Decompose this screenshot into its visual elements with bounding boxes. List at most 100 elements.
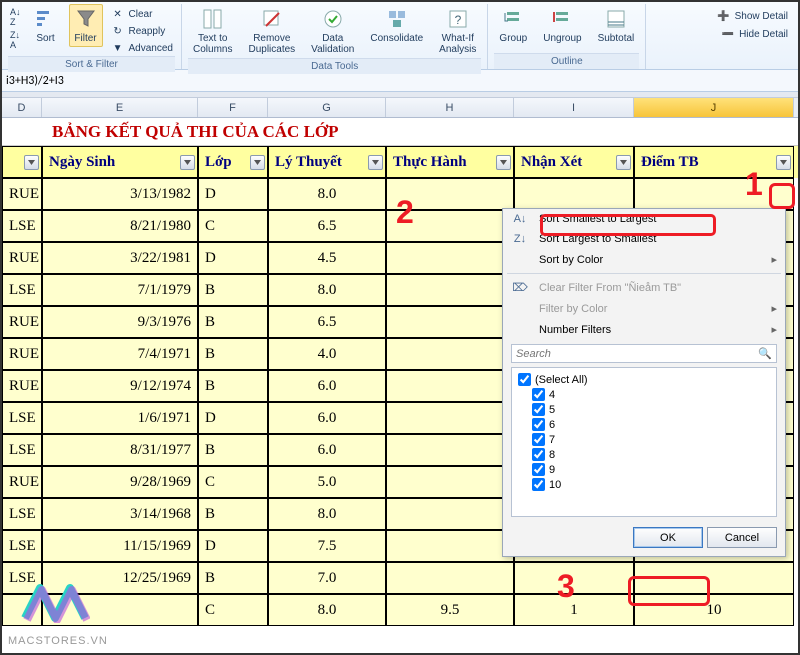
cell-ngaysinh[interactable]: 8/31/1977	[42, 434, 198, 466]
filter-arrow-d[interactable]	[24, 155, 39, 170]
menu-sort-color[interactable]: Sort by Color▸	[503, 249, 785, 270]
clear-button[interactable]: ✕Clear	[109, 6, 175, 22]
cell-thuchanh[interactable]	[386, 402, 514, 434]
cell-thuchanh[interactable]	[386, 274, 514, 306]
cell-lythuyet[interactable]: 6.5	[268, 210, 386, 242]
group-button[interactable]: Group	[494, 4, 532, 47]
col-j[interactable]: J	[634, 98, 794, 117]
checklist-item[interactable]: 7	[516, 432, 772, 447]
cell-lop[interactable]: C	[198, 210, 268, 242]
filter-arrow-diemtb[interactable]	[776, 155, 791, 170]
cell-lop[interactable]: B	[198, 370, 268, 402]
cell-lop[interactable]: C	[198, 466, 268, 498]
whatif-button[interactable]: ?What-If Analysis	[434, 4, 481, 58]
checkbox[interactable]	[532, 388, 545, 401]
cell-ngaysinh[interactable]: 9/12/1974	[42, 370, 198, 402]
cell-ngaysinh[interactable]: 7/1/1979	[42, 274, 198, 306]
ungroup-button[interactable]: Ungroup	[538, 4, 586, 47]
cell-lop[interactable]: D	[198, 530, 268, 562]
filter-arrow-thuchanh[interactable]	[496, 155, 511, 170]
cell-d[interactable]: LSE	[2, 274, 42, 306]
checklist-item[interactable]: 6	[516, 417, 772, 432]
ok-button[interactable]: OK	[633, 527, 703, 548]
cell-ngaysinh[interactable]: 1/6/1971	[42, 402, 198, 434]
sort-button[interactable]: Sort	[29, 4, 63, 47]
checklist-item[interactable]: 4	[516, 387, 772, 402]
cell-ngaysinh[interactable]: 7/4/1971	[42, 338, 198, 370]
cell-ngaysinh[interactable]: 9/3/1976	[42, 306, 198, 338]
cell-ngaysinh[interactable]: 3/13/1982	[42, 178, 198, 210]
cell-lythuyet[interactable]: 4.5	[268, 242, 386, 274]
checkbox[interactable]	[532, 433, 545, 446]
menu-sort-desc[interactable]: Z↓Sort Largest to Smallest	[503, 229, 785, 249]
cell-d[interactable]: LSE	[2, 402, 42, 434]
cell-ngaysinh[interactable]: 3/22/1981	[42, 242, 198, 274]
checkbox[interactable]	[532, 418, 545, 431]
cell-d[interactable]: LSE	[2, 434, 42, 466]
cell-lythuyet[interactable]: 6.5	[268, 306, 386, 338]
cell-thuchanh[interactable]	[386, 562, 514, 594]
remove-duplicates-button[interactable]: Remove Duplicates	[243, 4, 300, 58]
cell-lythuyet[interactable]: 4.0	[268, 338, 386, 370]
cell-d[interactable]: RUE	[2, 370, 42, 402]
search-input[interactable]	[516, 348, 758, 360]
cell-thuchanh[interactable]: 9.5	[386, 594, 514, 626]
cell-thuchanh[interactable]	[386, 178, 514, 210]
checklist-item[interactable]: 10	[516, 477, 772, 492]
checklist-item[interactable]: 8	[516, 447, 772, 462]
cell-thuchanh[interactable]	[386, 338, 514, 370]
filter-arrow-lop[interactable]	[250, 155, 265, 170]
cell-thuchanh[interactable]	[386, 434, 514, 466]
cell-ngaysinh[interactable]: 9/28/1969	[42, 466, 198, 498]
cell-thuchanh[interactable]	[386, 306, 514, 338]
cell-d[interactable]: RUE	[2, 178, 42, 210]
text-to-columns-button[interactable]: Text to Columns	[188, 4, 237, 58]
checkbox[interactable]	[532, 463, 545, 476]
hide-detail-button[interactable]: ➖Hide Detail	[719, 26, 790, 42]
cell-d[interactable]: LSE	[2, 498, 42, 530]
cell-ngaysinh[interactable]: 11/15/1969	[42, 530, 198, 562]
cell-lythuyet[interactable]: 8.0	[268, 594, 386, 626]
menu-number-filters[interactable]: Number Filters▸	[503, 319, 785, 340]
cell-diemtb[interactable]	[634, 562, 794, 594]
filter-button[interactable]: Filter	[69, 4, 103, 47]
cell-thuchanh[interactable]	[386, 242, 514, 274]
checklist-item[interactable]: (Select All)	[516, 372, 772, 387]
checklist-item[interactable]: 9	[516, 462, 772, 477]
show-detail-button[interactable]: ➕Show Detail	[715, 8, 790, 24]
menu-sort-asc[interactable]: A↓Sort Smallest to Largest	[503, 209, 785, 229]
subtotal-button[interactable]: Subtotal	[593, 4, 640, 47]
cell-diemtb[interactable]	[634, 178, 794, 210]
cell-lythuyet[interactable]: 7.0	[268, 562, 386, 594]
checklist-item[interactable]: 5	[516, 402, 772, 417]
col-d[interactable]: D	[2, 98, 42, 117]
cell-lythuyet[interactable]: 6.0	[268, 370, 386, 402]
sort-az-icon[interactable]: A↓Z	[8, 6, 23, 28]
cell-d[interactable]: RUE	[2, 466, 42, 498]
checkbox[interactable]	[532, 478, 545, 491]
cell-lop[interactable]: B	[198, 434, 268, 466]
cell-lop[interactable]: C	[198, 594, 268, 626]
cell-thuchanh[interactable]	[386, 210, 514, 242]
cell-nhanxet[interactable]	[514, 562, 634, 594]
cell-diemtb[interactable]: 10	[634, 594, 794, 626]
col-f[interactable]: F	[198, 98, 268, 117]
cell-lythuyet[interactable]: 8.0	[268, 178, 386, 210]
col-g[interactable]: G	[268, 98, 386, 117]
cancel-button[interactable]: Cancel	[707, 527, 777, 548]
cell-ngaysinh[interactable]: 8/21/1980	[42, 210, 198, 242]
col-i[interactable]: I	[514, 98, 634, 117]
cell-lop[interactable]: B	[198, 306, 268, 338]
cell-thuchanh[interactable]	[386, 530, 514, 562]
reapply-button[interactable]: ↻Reapply	[109, 23, 175, 39]
cell-nhanxet[interactable]: 1	[514, 594, 634, 626]
filter-checklist[interactable]: (Select All)45678910	[511, 367, 777, 517]
cell-lythuyet[interactable]: 7.5	[268, 530, 386, 562]
cell-thuchanh[interactable]	[386, 466, 514, 498]
cell-lop[interactable]: D	[198, 178, 268, 210]
checkbox[interactable]	[532, 403, 545, 416]
cell-lop[interactable]: B	[198, 338, 268, 370]
cell-thuchanh[interactable]	[386, 498, 514, 530]
cell-ngaysinh[interactable]: 3/14/1968	[42, 498, 198, 530]
cell-lythuyet[interactable]: 8.0	[268, 498, 386, 530]
